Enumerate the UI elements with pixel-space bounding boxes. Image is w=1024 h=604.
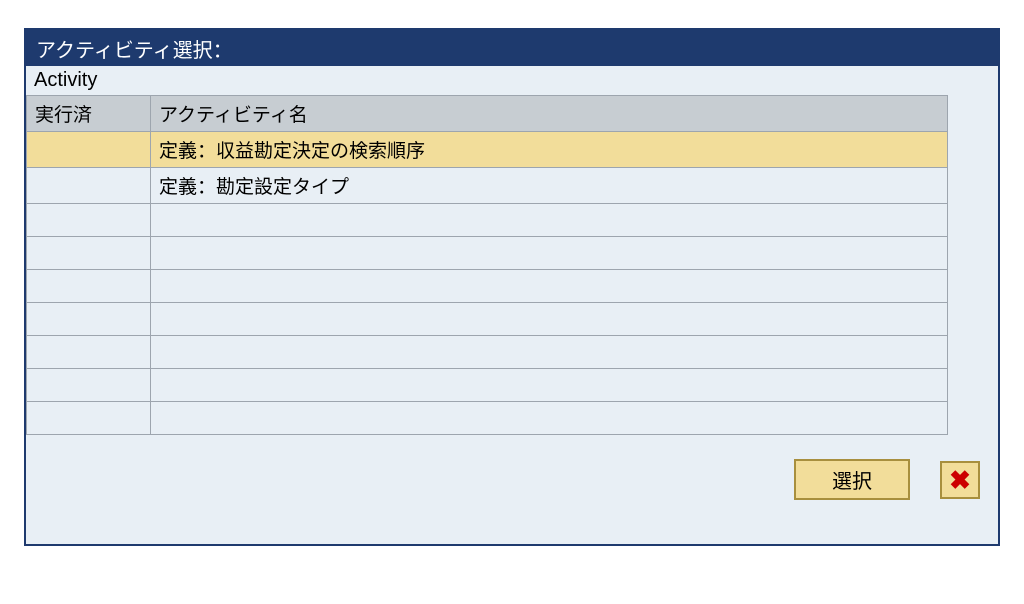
activity-selection-dialog: アクティビティ選択： Activity 実行済 アクティビティ名 定義：収益勘定… <box>24 28 1000 546</box>
cell-activity-name: 定義：勘定設定タイプ <box>151 168 948 204</box>
cell-activity-name <box>151 303 948 336</box>
cell-activity-name <box>151 204 948 237</box>
table-row[interactable] <box>27 204 948 237</box>
table-row[interactable]: 定義：収益勘定決定の検索順序 <box>27 132 948 168</box>
cell-executed <box>27 402 151 435</box>
column-header-activity-name[interactable]: アクティビティ名 <box>151 96 948 132</box>
cell-executed <box>27 270 151 303</box>
table-row[interactable] <box>27 402 948 435</box>
cancel-button[interactable]: ✖ <box>940 461 980 499</box>
cell-activity-name <box>151 369 948 402</box>
cell-executed <box>27 336 151 369</box>
table-row[interactable] <box>27 237 948 270</box>
select-button[interactable]: 選択 <box>794 459 910 500</box>
cell-executed <box>27 237 151 270</box>
cell-activity-name <box>151 270 948 303</box>
left-area: Activity 実行済 アクティビティ名 定義：収益勘定決定の検索順序 定義：… <box>26 66 948 435</box>
cell-executed <box>27 132 151 168</box>
activity-table: 実行済 アクティビティ名 定義：収益勘定決定の検索順序 定義：勘定設定タイプ <box>26 95 948 435</box>
cell-activity-name <box>151 402 948 435</box>
right-gutter <box>948 66 998 435</box>
table-row[interactable]: 定義：勘定設定タイプ <box>27 168 948 204</box>
close-icon: ✖ <box>949 467 971 493</box>
table-row[interactable] <box>27 303 948 336</box>
table-row[interactable] <box>27 336 948 369</box>
subtitle: Activity <box>26 66 948 95</box>
table-header-row: 実行済 アクティビティ名 <box>27 96 948 132</box>
dialog-title: アクティビティ選択： <box>36 34 233 63</box>
dialog-footer: 選択 ✖ <box>26 435 998 544</box>
cell-executed <box>27 168 151 204</box>
cell-activity-name <box>151 237 948 270</box>
cell-executed <box>27 204 151 237</box>
table-row[interactable] <box>27 270 948 303</box>
dialog-title-bar: アクティビティ選択： <box>26 30 998 66</box>
cell-executed <box>27 369 151 402</box>
table-row[interactable] <box>27 369 948 402</box>
cell-activity-name: 定義：収益勘定決定の検索順序 <box>151 132 948 168</box>
column-header-executed[interactable]: 実行済 <box>27 96 151 132</box>
content-wrap: Activity 実行済 アクティビティ名 定義：収益勘定決定の検索順序 定義：… <box>26 66 998 435</box>
cell-activity-name <box>151 336 948 369</box>
cell-executed <box>27 303 151 336</box>
